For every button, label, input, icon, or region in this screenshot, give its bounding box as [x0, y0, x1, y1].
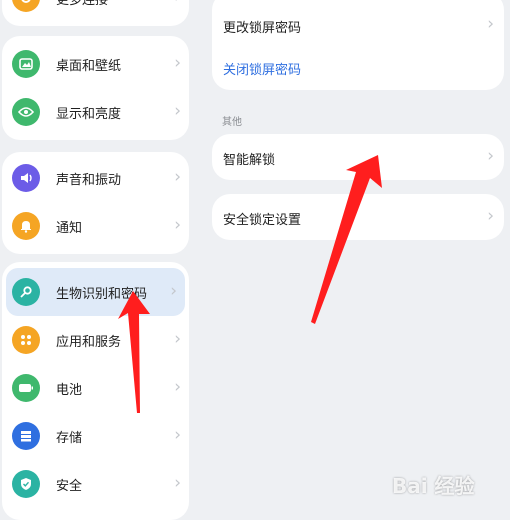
watermark-logo: Bai 经验 [392, 474, 475, 498]
security-lock-settings-item[interactable]: 安全锁定设置 › [212, 196, 504, 240]
chevron-right-icon: › [174, 167, 181, 187]
image-icon [12, 50, 40, 78]
apps-icon [12, 326, 40, 354]
sidebar-item-biometrics-password[interactable]: 生物识别和密码 › [6, 268, 185, 316]
sidebar-item-battery[interactable]: 电池 › [2, 364, 189, 412]
sidebar-item-more-connections[interactable]: 更多连接 › [2, 0, 189, 22]
chevron-right-icon: › [174, 329, 181, 349]
sidebar-item-sound-vibration[interactable]: 声音和振动 › [2, 154, 189, 202]
chevron-right-icon: › [174, 101, 181, 121]
right-card-smart-unlock: 智能解锁 › [212, 134, 504, 180]
sidebar-item-label: 通知 [56, 221, 83, 236]
sidebar-item-display-brightness[interactable]: 显示和亮度 › [2, 88, 189, 136]
speaker-icon [12, 164, 40, 192]
sidebar-item-desktop-wallpaper[interactable]: 桌面和壁纸 › [2, 40, 189, 88]
chevron-right-icon: › [487, 146, 494, 166]
right-card-security-lock: 安全锁定设置 › [212, 194, 504, 240]
link-icon [12, 0, 40, 12]
sidebar-item-label: 存储 [56, 431, 83, 446]
smart-unlock-item[interactable]: 智能解锁 › [212, 136, 504, 180]
sidebar-item-notifications[interactable]: 通知 › [2, 202, 189, 250]
chevron-right-icon: › [174, 53, 181, 73]
key-icon [12, 278, 40, 306]
sidebar-item-label: 生物识别和密码 [56, 287, 148, 302]
right-card-lock-password: 更改锁屏密码 › 关闭锁屏密码 [212, 0, 504, 90]
left-card-system: 生物识别和密码 › 应用和服务 › 电池 › 存储 › 安全 › [2, 262, 189, 520]
left-card-display: 桌面和壁纸 › 显示和亮度 › [2, 36, 189, 140]
battery-icon [12, 374, 40, 402]
chevron-right-icon: › [174, 425, 181, 445]
sidebar-item-label: 应用和服务 [56, 335, 122, 350]
shield-icon [12, 470, 40, 498]
chevron-right-icon: › [170, 281, 177, 301]
change-lock-password-label: 更改锁屏密码 [223, 21, 302, 36]
sidebar-item-label: 电池 [56, 383, 83, 398]
sidebar-item-security[interactable]: 安全 › [2, 460, 189, 508]
chevron-right-icon: › [174, 0, 181, 7]
disable-lock-password-label: 关闭锁屏密码 [223, 63, 302, 78]
disable-lock-password-item[interactable]: 关闭锁屏密码 [212, 46, 504, 90]
sidebar-item-label: 更多连接 [56, 0, 109, 8]
chevron-right-icon: › [174, 215, 181, 235]
left-card-top-partial: 更多连接 › [2, 0, 189, 26]
bell-icon [12, 212, 40, 240]
chevron-right-icon: › [174, 377, 181, 397]
sidebar-item-label: 桌面和壁纸 [56, 59, 122, 74]
left-card-sound: 声音和振动 › 通知 › [2, 152, 189, 254]
section-header-other: 其他 [222, 117, 242, 128]
sidebar-item-label: 安全 [56, 479, 83, 494]
smart-unlock-label: 智能解锁 [223, 153, 276, 168]
sidebar-item-apps-services[interactable]: 应用和服务 › [2, 316, 189, 364]
chevron-right-icon: › [487, 14, 494, 34]
sidebar-item-label: 声音和振动 [56, 173, 122, 188]
chevron-right-icon: › [174, 473, 181, 493]
sidebar-item-storage[interactable]: 存储 › [2, 412, 189, 460]
eye-icon [12, 98, 40, 126]
change-lock-password-item[interactable]: 更改锁屏密码 › [212, 4, 504, 48]
security-lock-settings-label: 安全锁定设置 [223, 213, 302, 228]
sidebar-item-label: 显示和亮度 [56, 107, 122, 122]
storage-icon [12, 422, 40, 450]
chevron-right-icon: › [487, 206, 494, 226]
